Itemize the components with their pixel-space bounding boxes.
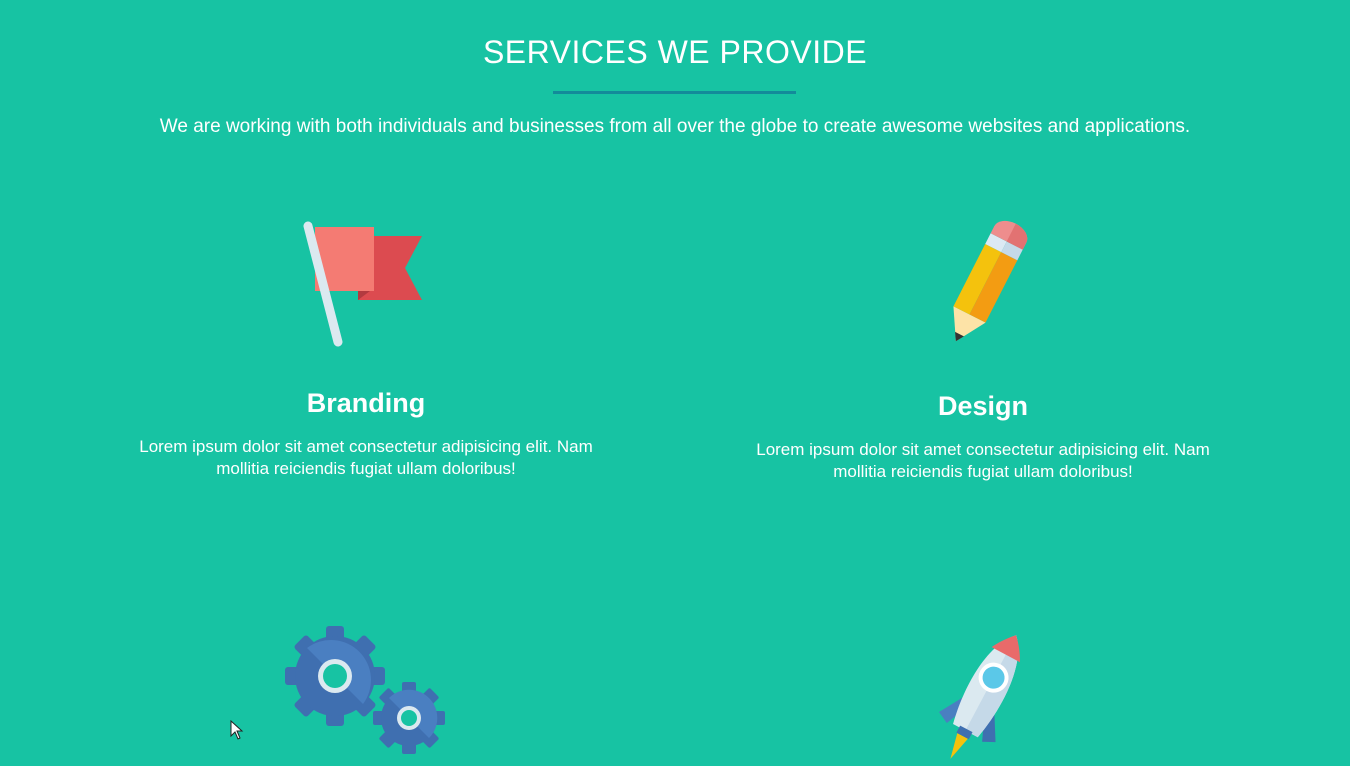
section-intro: We are working with both individuals and… bbox=[159, 116, 1191, 137]
section-title: SERVICES WE PROVIDE bbox=[482, 34, 868, 70]
rocket-icon bbox=[733, 620, 1233, 760]
service-description-design: Lorem ipsum dolor sit amet consectetur a… bbox=[756, 440, 1210, 481]
services-section: SERVICES WE PROVIDE We are working with … bbox=[0, 0, 1350, 766]
service-title-design: Design bbox=[937, 391, 1029, 421]
service-title-branding: Branding bbox=[306, 388, 426, 418]
gears-icon bbox=[116, 624, 616, 764]
mouse-cursor-icon bbox=[230, 720, 244, 740]
flag-icon bbox=[116, 220, 616, 360]
service-description-branding: Lorem ipsum dolor sit amet consectetur a… bbox=[139, 437, 593, 478]
pencil-icon bbox=[733, 216, 1233, 356]
title-underline bbox=[553, 91, 796, 94]
